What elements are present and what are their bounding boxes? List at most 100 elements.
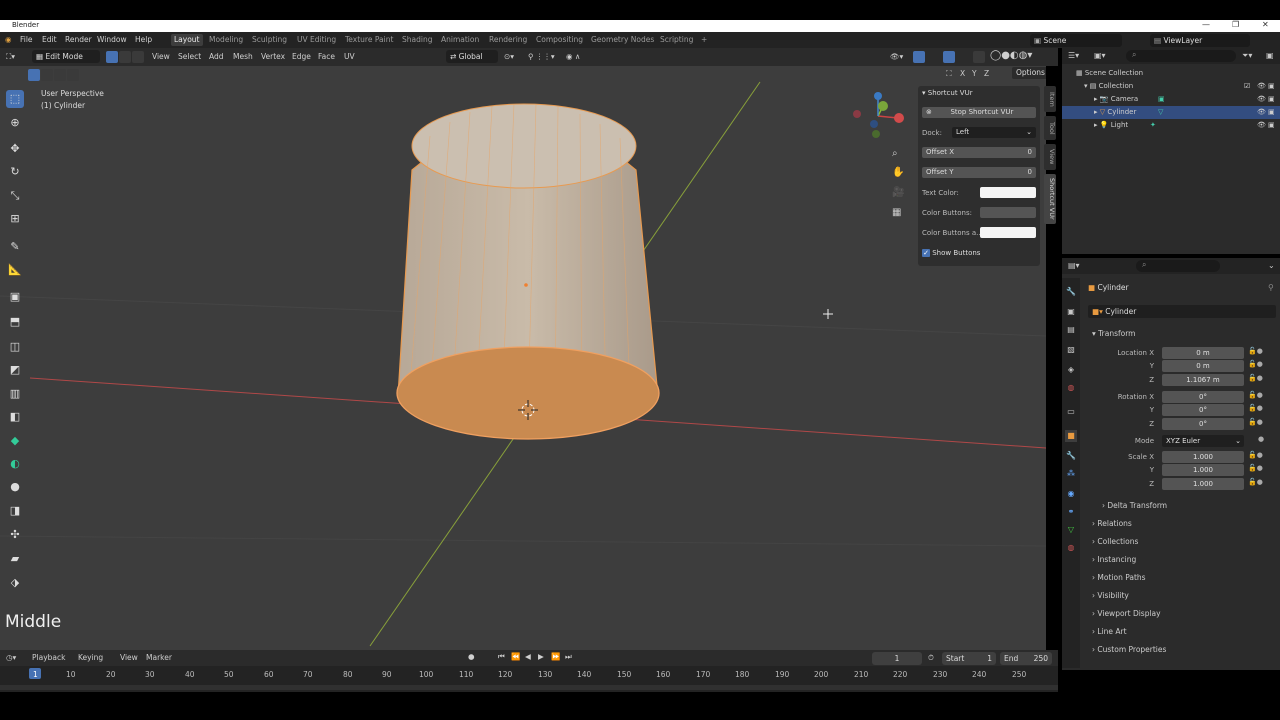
tab-geometry-nodes[interactable]: Geometry Nodes — [591, 35, 654, 44]
shading-modes-icon[interactable]: ◯●◐◍▾ — [990, 50, 1032, 61]
new-collection-icon[interactable]: ▣ — [1266, 51, 1274, 60]
custom-properties-panel[interactable]: › Custom Properties — [1092, 645, 1166, 654]
smooth-tool-icon[interactable]: ● — [6, 478, 24, 496]
bevel-tool-icon[interactable]: ◩ — [6, 361, 24, 379]
outliner-item-cylinder[interactable]: ▸ ▽ Cylinder ▽ 👁 ▣ — [1062, 106, 1280, 119]
camera-view-icon[interactable]: 🎥 — [892, 187, 904, 198]
jump-end-icon[interactable]: ⏭ — [565, 652, 572, 662]
blender-logo-icon[interactable]: ◉ — [5, 35, 12, 44]
measure-tool-icon[interactable]: 📐 — [6, 261, 24, 279]
editor-type-icon[interactable]: ⛶▾ — [6, 52, 15, 62]
navigation-gizmo[interactable] — [853, 92, 904, 138]
dock-dropdown[interactable]: Left ⌄ — [952, 127, 1036, 138]
start-frame-field[interactable]: Start 1 — [942, 652, 996, 665]
location-z-field[interactable]: 1.1067 m — [1162, 374, 1244, 386]
outliner-search-input[interactable]: ⌕ — [1126, 50, 1236, 62]
transform-orientation-dropdown[interactable]: ⇄ Global — [446, 50, 498, 63]
menu-add[interactable]: Add — [209, 52, 224, 61]
timeline-scrollbar[interactable] — [0, 685, 1058, 690]
menu-keying[interactable]: Keying — [78, 653, 103, 662]
scale-y-field[interactable]: 1.000 — [1162, 464, 1244, 476]
shrink-fatten-tool-icon[interactable]: ✣ — [6, 526, 24, 544]
lock-icon[interactable]: 🔓● — [1248, 418, 1263, 426]
line-art-panel[interactable]: › Line Art — [1092, 627, 1127, 636]
rotation-y-field[interactable]: 0° — [1162, 404, 1244, 416]
select-extend-icon[interactable] — [41, 69, 53, 81]
lock-icon[interactable]: 🔓● — [1248, 464, 1263, 472]
lock-icon[interactable]: 🔓● — [1248, 391, 1263, 399]
mode-dropdown[interactable]: ▦ Edit Mode — [32, 50, 100, 63]
shear-tool-icon[interactable]: ▰ — [6, 550, 24, 568]
play-icon[interactable]: ▶ — [538, 652, 544, 661]
lock-icon[interactable]: 🔓● — [1248, 347, 1263, 355]
eye-icon[interactable]: 👁 — [1257, 119, 1266, 132]
3d-viewport[interactable]: User Perspective (1) Cylinder ⌕ ✋ 🎥 ▦ ⛶ … — [0, 66, 1046, 650]
keyframe-dot-icon[interactable]: ● — [1258, 435, 1264, 443]
scale-tool-icon[interactable]: ⤡ — [6, 187, 24, 205]
tab-view[interactable]: View — [1044, 144, 1056, 170]
menu-uv[interactable]: UV — [344, 52, 355, 61]
tab-shading[interactable]: Shading — [402, 35, 432, 44]
tool-tab-icon[interactable]: 🔧 — [1065, 286, 1077, 298]
panel-header[interactable]: ▾ Shortcut VUr — [922, 89, 1036, 101]
current-frame-field[interactable]: 1 — [872, 652, 922, 665]
rip-tool-icon[interactable]: ⬗ — [6, 574, 24, 592]
gizmo-toggle-icon[interactable] — [913, 51, 925, 63]
lock-icon[interactable]: 🔓● — [1248, 478, 1263, 486]
maximize-button[interactable]: ❐ — [1232, 20, 1239, 29]
pin-icon[interactable]: ⚲ — [1268, 283, 1274, 292]
color-buttons-swatch[interactable] — [980, 207, 1036, 218]
object-name-field[interactable]: ■▾ Cylinder — [1088, 305, 1276, 318]
loop-cut-tool-icon[interactable]: ▥ — [6, 385, 24, 403]
color-buttons-a-swatch[interactable] — [980, 227, 1036, 238]
edge-slide-tool-icon[interactable]: ◨ — [6, 502, 24, 520]
close-button[interactable]: ✕ — [1262, 20, 1269, 29]
axis-y-toggle[interactable]: Y — [972, 69, 977, 78]
cylinder-bottom-cap[interactable] — [396, 346, 660, 440]
snap-icon[interactable]: ⚲ ⋮⋮▾ — [528, 52, 555, 61]
view-layer-selector[interactable]: ▤ ViewLayer — [1150, 34, 1250, 47]
jump-keyframe-back-icon[interactable]: ⏪ — [511, 652, 520, 661]
properties-search-input[interactable]: ⌕ — [1136, 260, 1220, 272]
gizmo-z[interactable] — [874, 92, 882, 100]
relations-panel[interactable]: › Relations — [1092, 519, 1132, 528]
annotate-tool-icon[interactable]: ✎ — [6, 238, 24, 256]
menu-render[interactable]: Render — [65, 35, 92, 44]
add-workspace-button[interactable]: + — [701, 35, 707, 44]
physics-tab-icon[interactable]: ◉ — [1065, 488, 1077, 500]
outliner-item-camera[interactable]: ▸ 📷 Camera ▣ 👁 ▣ — [1062, 93, 1280, 106]
record-icon[interactable]: ● — [468, 652, 475, 661]
vertex-select-icon[interactable] — [106, 51, 118, 63]
rotate-tool-icon[interactable]: ↻ — [6, 163, 24, 181]
text-color-swatch[interactable] — [980, 187, 1036, 198]
output-tab-icon[interactable]: ▤ — [1065, 324, 1077, 336]
tab-texture-paint[interactable]: Texture Paint — [345, 35, 393, 44]
gizmo-neg-x[interactable] — [853, 110, 861, 118]
scale-z-field[interactable]: 1.000 — [1162, 478, 1244, 490]
visibility-panel[interactable]: › Visibility — [1092, 591, 1129, 600]
render-tab-icon[interactable]: ▣ — [1065, 306, 1077, 318]
camera-render-icon[interactable]: ▣ — [1268, 93, 1275, 106]
collections-panel[interactable]: › Collections — [1092, 537, 1138, 546]
tab-shortcut-vur[interactable]: Shortcut VUr — [1044, 174, 1056, 224]
constraints-tab-icon[interactable]: ⚭ — [1065, 506, 1077, 518]
outliner-item-light[interactable]: ▸ 💡 Light ✦ 👁 ▣ — [1062, 119, 1280, 132]
pivot-icon[interactable]: ⊙▾ — [504, 52, 514, 61]
xray-toggle-icon[interactable] — [973, 51, 985, 63]
camera-render-icon[interactable]: ▣ — [1268, 80, 1275, 93]
lock-icon[interactable]: 🔓● — [1248, 374, 1263, 382]
delta-transform-panel[interactable]: › Delta Transform — [1102, 501, 1167, 510]
axis-z-toggle[interactable]: Z — [984, 69, 989, 78]
tab-modeling[interactable]: Modeling — [209, 35, 243, 44]
motion-paths-panel[interactable]: › Motion Paths — [1092, 573, 1146, 582]
proportional-edit-icon[interactable]: ◉ ∧ — [566, 52, 580, 61]
scene-selector[interactable]: ▣ Scene — [1030, 34, 1122, 47]
add-cube-tool-icon[interactable]: ▣ — [6, 288, 24, 306]
jump-keyframe-forward-icon[interactable]: ⏩ — [551, 652, 560, 661]
spin-tool-icon[interactable]: ◐ — [6, 455, 24, 473]
menu-timeline-view[interactable]: View — [120, 653, 138, 662]
display-mode-icon[interactable]: ▣▾ — [1094, 51, 1106, 60]
menu-mesh[interactable]: Mesh — [233, 52, 253, 61]
pan-hand-icon[interactable]: ✋ — [892, 167, 904, 178]
gizmo-neg-z[interactable] — [870, 120, 878, 128]
